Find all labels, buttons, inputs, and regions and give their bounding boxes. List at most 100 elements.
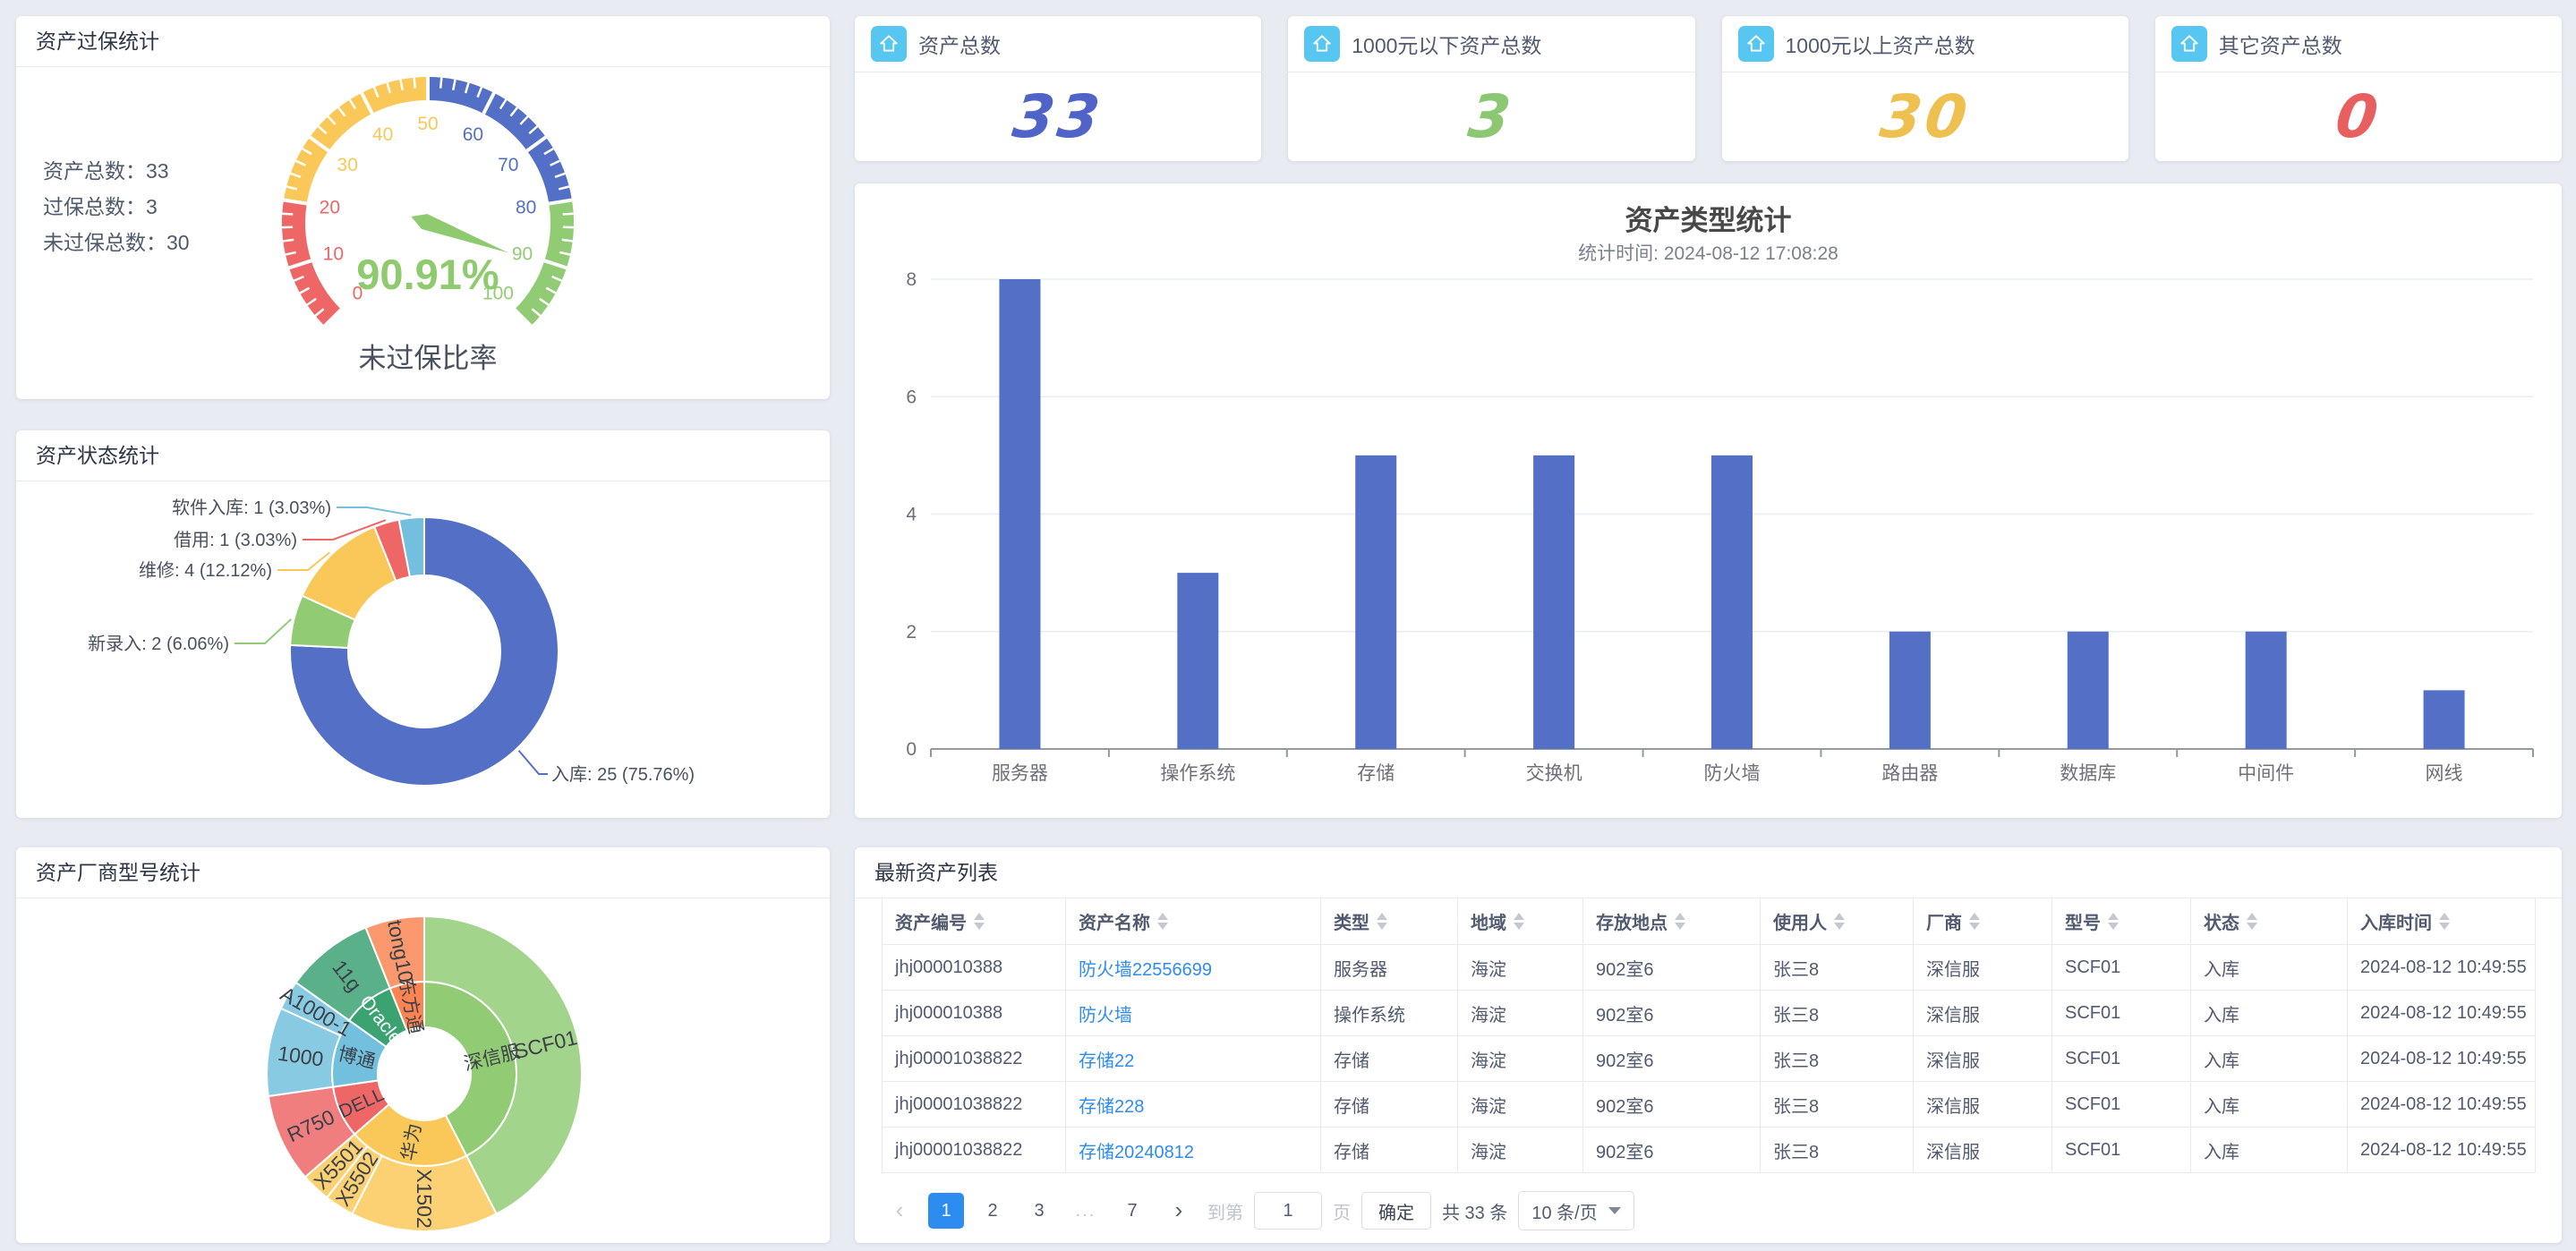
- column-header-资产名称[interactable]: 资产名称: [1066, 898, 1321, 945]
- gauge-tick: [283, 240, 294, 242]
- page-button-7[interactable]: 7: [1114, 1193, 1150, 1229]
- donut-label-line: [519, 751, 548, 774]
- sort-icon[interactable]: [1675, 913, 1685, 930]
- vendor-sunburst-chart: SCF01深信服X1502X5502X5501华为R750DELL1000A10…: [16, 898, 830, 1244]
- sort-desc-icon[interactable]: [1834, 923, 1845, 930]
- table-cell: 张三8: [1761, 1082, 1914, 1128]
- sort-icon[interactable]: [1969, 913, 1980, 930]
- page-button-2[interactable]: 2: [975, 1193, 1011, 1229]
- sort-icon[interactable]: [1157, 913, 1168, 930]
- sort-desc-icon[interactable]: [2247, 923, 2257, 930]
- table-cell: 存储22: [1066, 1036, 1321, 1082]
- stat-card-label: 1000元以上资产总数: [1786, 29, 1975, 59]
- bar-chart-subtitle: 统计时间: 2024-08-12 17:08:28: [855, 239, 2562, 266]
- column-header-入库时间[interactable]: 入库时间: [2348, 898, 2536, 945]
- column-header-存放地点[interactable]: 存放地点: [1583, 898, 1761, 945]
- sunburst-label: X1502: [413, 1169, 436, 1229]
- x-category-label: 数据库: [2060, 763, 2116, 784]
- sort-asc-icon[interactable]: [2247, 913, 2257, 920]
- table-cell: 存储: [1321, 1128, 1458, 1173]
- column-header-类型[interactable]: 类型: [1321, 898, 1458, 945]
- column-header-地域[interactable]: 地域: [1458, 898, 1583, 945]
- gauge-tick-label: 40: [372, 124, 393, 145]
- column-header-资产编号[interactable]: 资产编号: [883, 898, 1066, 945]
- gauge-segment: [295, 89, 428, 202]
- sort-asc-icon[interactable]: [1675, 913, 1685, 920]
- asset-name-link[interactable]: 存储20240812: [1079, 1143, 1194, 1162]
- sort-asc-icon[interactable]: [974, 913, 985, 920]
- prev-page-button[interactable]: ‹: [882, 1193, 917, 1229]
- sort-icon[interactable]: [2108, 913, 2119, 930]
- stat-card-2: 1000元以上资产总数30: [1722, 16, 2128, 161]
- sort-asc-icon[interactable]: [1969, 913, 1980, 920]
- home-icon: [877, 32, 900, 55]
- next-page-button[interactable]: ›: [1161, 1193, 1197, 1229]
- gauge-label: 未过保比率: [359, 343, 498, 374]
- sort-asc-icon[interactable]: [1377, 913, 1387, 920]
- y-tick-label: 6: [906, 387, 917, 407]
- stat-card-row: 资产总数331000元以下资产总数31000元以上资产总数30其它资产总数0: [855, 16, 2562, 161]
- card-title: 最新资产列表: [855, 847, 2562, 898]
- gauge-tick: [563, 214, 574, 215]
- table-cell: 深信服: [1914, 1036, 2052, 1082]
- page-button-1[interactable]: 1: [928, 1193, 964, 1229]
- x-category-label: 网线: [2426, 763, 2463, 784]
- bar-中间件: [2246, 632, 2287, 749]
- table-cell: jhj000010388: [883, 991, 1066, 1036]
- bar-路由器: [1889, 632, 1931, 749]
- table-cell: 入库: [2191, 1128, 2348, 1173]
- asset-name-link[interactable]: 存储22: [1079, 1051, 1134, 1071]
- sort-desc-icon[interactable]: [1157, 923, 1168, 930]
- column-header-厂商[interactable]: 厂商: [1914, 898, 2052, 945]
- sort-icon[interactable]: [1514, 913, 1524, 930]
- sort-desc-icon[interactable]: [1377, 923, 1387, 930]
- page-button-3[interactable]: 3: [1021, 1193, 1057, 1229]
- sort-asc-icon[interactable]: [2439, 913, 2450, 920]
- table-cell: jhj000010388: [883, 945, 1066, 991]
- column-label: 状态: [2204, 908, 2239, 934]
- asset-name-link[interactable]: 防火墙: [1079, 1006, 1132, 1025]
- sort-desc-icon[interactable]: [1969, 923, 1980, 930]
- home-icon-badge: [871, 26, 907, 62]
- y-tick-label: 2: [906, 622, 917, 643]
- status-donut-chart: 入库: 25 (75.76%)新录入: 2 (6.06%)维修: 4 (12.1…: [16, 481, 830, 819]
- sort-asc-icon[interactable]: [1514, 913, 1524, 920]
- home-icon: [2178, 32, 2201, 55]
- sort-desc-icon[interactable]: [1514, 923, 1524, 930]
- table-cell: 2024-08-12 10:49:55: [2348, 1082, 2536, 1128]
- sort-icon[interactable]: [2247, 913, 2257, 930]
- sort-icon[interactable]: [1834, 913, 1845, 930]
- chevron-down-icon: [1608, 1207, 1621, 1214]
- column-label: 资产名称: [1079, 908, 1150, 934]
- table-cell: 入库: [2191, 991, 2348, 1036]
- sort-desc-icon[interactable]: [2108, 923, 2119, 930]
- table-cell: jhj00001038822: [883, 1082, 1066, 1128]
- sort-asc-icon[interactable]: [1834, 913, 1845, 920]
- confirm-button[interactable]: 确定: [1361, 1192, 1431, 1230]
- column-header-使用人[interactable]: 使用人: [1761, 898, 1914, 945]
- x-category-label: 操作系统: [1160, 763, 1235, 784]
- stat-card-value: 3: [1283, 72, 1700, 160]
- table-cell: 存储: [1321, 1036, 1458, 1082]
- sort-icon[interactable]: [2439, 913, 2450, 930]
- asset-name-link[interactable]: 存储228: [1079, 1097, 1144, 1117]
- home-icon: [1310, 32, 1334, 55]
- sort-icon[interactable]: [1377, 913, 1387, 930]
- table-cell: jhj00001038822: [883, 1036, 1066, 1082]
- card-title: 资产状态统计: [16, 430, 830, 481]
- sort-asc-icon[interactable]: [1157, 913, 1168, 920]
- sort-desc-icon[interactable]: [974, 923, 985, 930]
- page-jump-input[interactable]: [1254, 1192, 1322, 1230]
- overdue-stats-card: 资产过保统计 资产总数：33过保总数：3未过保总数：30 01020304050…: [16, 16, 830, 399]
- sort-icon[interactable]: [974, 913, 985, 930]
- stat-card-0: 资产总数33: [855, 16, 1261, 161]
- table-cell: 902室6: [1583, 1128, 1761, 1173]
- column-header-状态[interactable]: 状态: [2191, 898, 2348, 945]
- sort-desc-icon[interactable]: [2439, 923, 2450, 930]
- sort-asc-icon[interactable]: [2108, 913, 2119, 920]
- sort-desc-icon[interactable]: [1675, 923, 1685, 930]
- asset-name-link[interactable]: 防火墙22556699: [1079, 960, 1212, 980]
- column-header-型号[interactable]: 型号: [2052, 898, 2191, 945]
- page-size-select[interactable]: 10 条/页: [1518, 1191, 1633, 1230]
- asset-type-bar-chart: 02468服务器操作系统存储交换机防火墙路由器数据库中间件网线: [855, 183, 2562, 818]
